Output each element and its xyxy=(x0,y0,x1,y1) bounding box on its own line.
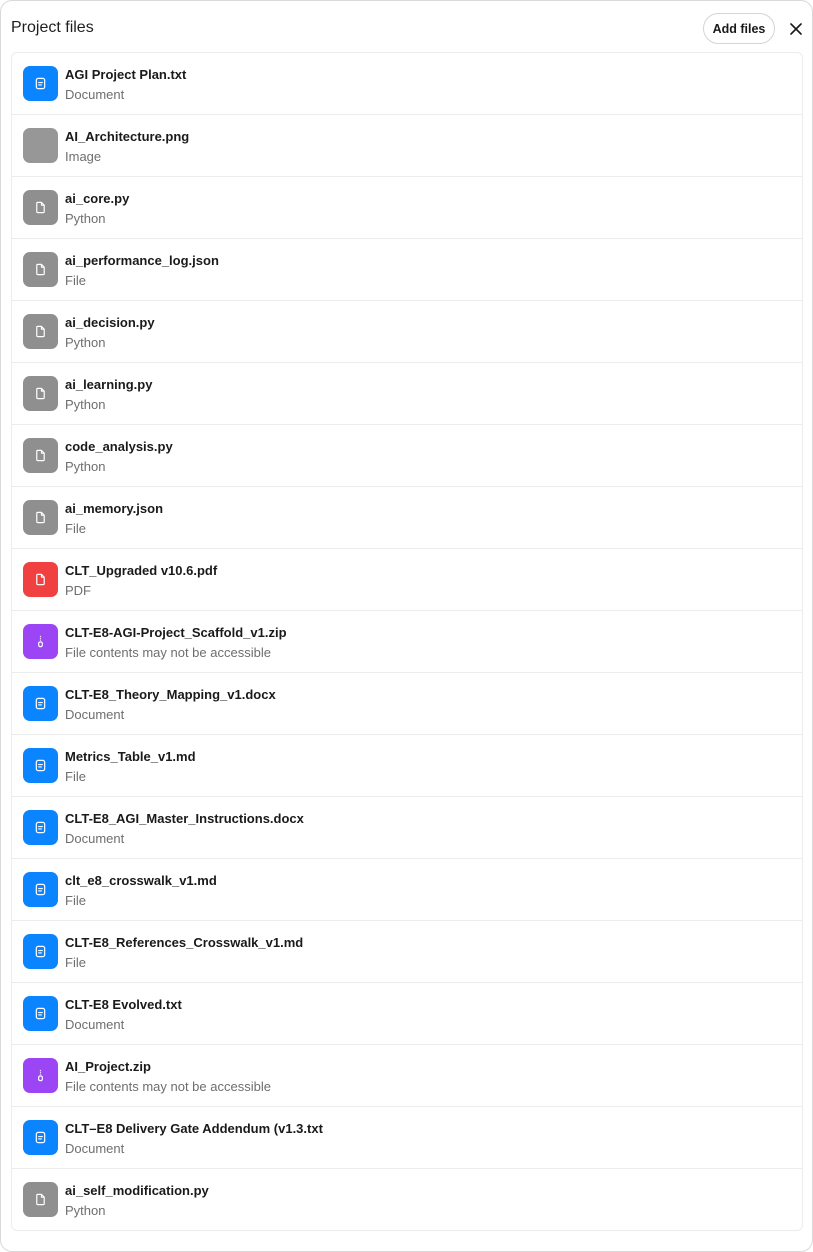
file-type: Python xyxy=(65,211,106,226)
zip-icon xyxy=(23,1058,58,1093)
file-row[interactable]: AGI Project Plan.txt Document xyxy=(12,53,802,115)
file-icon xyxy=(23,500,58,535)
file-type: File xyxy=(65,273,86,288)
file-type: File xyxy=(65,521,86,536)
file-icon xyxy=(23,314,58,349)
file-name: ai_performance_log.json xyxy=(65,253,219,268)
image-thumbnail-icon xyxy=(23,128,58,163)
file-name: CLT-E8_Theory_Mapping_v1.docx xyxy=(65,687,276,702)
file-type: File contents may not be accessible xyxy=(65,645,271,660)
document-icon xyxy=(23,66,58,101)
file-name: Metrics_Table_v1.md xyxy=(65,749,196,764)
file-icon xyxy=(23,376,58,411)
file-row[interactable]: CLT_Upgraded v10.6.pdf PDF xyxy=(12,549,802,611)
file-row[interactable]: CLT-E8_References_Crosswalk_v1.md File xyxy=(12,921,802,983)
file-name: AGI Project Plan.txt xyxy=(65,67,187,82)
file-name: CLT_Upgraded v10.6.pdf xyxy=(65,563,218,578)
file-row[interactable]: CLT-E8_Theory_Mapping_v1.docx Document xyxy=(12,673,802,735)
file-row[interactable]: ai_performance_log.json File xyxy=(12,239,802,301)
document-icon xyxy=(23,686,58,721)
file-type: Document xyxy=(65,831,125,846)
file-row[interactable]: ai_core.py Python xyxy=(12,177,802,239)
document-icon xyxy=(23,810,58,845)
file-type: File contents may not be accessible xyxy=(65,1079,271,1094)
file-type: File xyxy=(65,769,86,784)
file-type: Document xyxy=(65,1141,125,1156)
file-row[interactable]: clt_e8_crosswalk_v1.md File xyxy=(12,859,802,921)
file-row[interactable]: Metrics_Table_v1.md File xyxy=(12,735,802,797)
file-type: Python xyxy=(65,397,106,412)
file-name: CLT–E8 Delivery Gate Addendum (v1.3.txt xyxy=(65,1121,323,1136)
file-type: Document xyxy=(65,707,125,722)
file-type: File xyxy=(65,893,86,908)
panel-header: Project files Add files xyxy=(1,1,812,53)
file-icon xyxy=(23,252,58,287)
file-type: Document xyxy=(65,1017,125,1032)
file-row[interactable]: ai_self_modification.py Python xyxy=(12,1169,802,1230)
zip-icon xyxy=(23,624,58,659)
file-name: ai_decision.py xyxy=(65,315,155,330)
file-row[interactable]: ai_learning.py Python xyxy=(12,363,802,425)
file-name: ai_learning.py xyxy=(65,377,153,392)
file-name: ai_core.py xyxy=(65,191,130,206)
close-icon xyxy=(790,23,802,35)
file-name: ai_self_modification.py xyxy=(65,1183,209,1198)
file-row[interactable]: AI_Architecture.png Image xyxy=(12,115,802,177)
file-name: CLT-E8_References_Crosswalk_v1.md xyxy=(65,935,304,950)
file-name: CLT-E8_AGI_Master_Instructions.docx xyxy=(65,811,304,826)
file-name: CLT-E8-AGI-Project_Scaffold_v1.zip xyxy=(65,625,287,640)
file-icon xyxy=(23,438,58,473)
file-type: Python xyxy=(65,459,106,474)
file-row[interactable]: ai_decision.py Python xyxy=(12,301,802,363)
close-button[interactable] xyxy=(787,20,805,38)
file-row[interactable]: CLT-E8_AGI_Master_Instructions.docx Docum… xyxy=(12,797,802,859)
file-row[interactable]: ai_memory.json File xyxy=(12,487,802,549)
file-name: ai_memory.json xyxy=(65,501,164,516)
file-name: AI_Project.zip xyxy=(65,1059,151,1074)
file-list: AGI Project Plan.txt Document AI_Architect… xyxy=(11,52,803,1231)
document-icon xyxy=(23,872,58,907)
file-type: File xyxy=(65,955,86,970)
file-icon xyxy=(23,190,58,225)
project-files-panel: Project files Add files AGI Project Plan… xyxy=(0,0,813,1252)
file-name: clt_e8_crosswalk_v1.md xyxy=(65,873,217,888)
file-name: CLT-E8 Evolved.txt xyxy=(65,997,182,1012)
file-name: code_analysis.py xyxy=(65,439,173,454)
add-files-button[interactable]: Add files xyxy=(703,13,775,44)
document-icon xyxy=(23,748,58,783)
file-type: Image xyxy=(65,149,102,164)
panel-title: Project files xyxy=(11,19,94,36)
file-row[interactable]: code_analysis.py Python xyxy=(12,425,802,487)
file-row[interactable]: CLT–E8 Delivery Gate Addendum (v1.3.txt D… xyxy=(12,1107,802,1169)
file-type: Python xyxy=(65,1203,106,1218)
pdf-icon xyxy=(23,562,58,597)
file-row[interactable]: CLT-E8 Evolved.txt Document xyxy=(12,983,802,1045)
file-name: AI_Architecture.png xyxy=(65,129,190,144)
document-icon xyxy=(23,934,58,969)
file-type: Document xyxy=(65,87,125,102)
document-icon xyxy=(23,996,58,1031)
file-type: PDF xyxy=(65,583,91,598)
file-icon xyxy=(23,1182,58,1217)
file-row[interactable]: CLT-E8-AGI-Project_Scaffold_v1.zip File c… xyxy=(12,611,802,673)
document-icon xyxy=(23,1120,58,1155)
file-row[interactable]: AI_Project.zip File contents may not be a… xyxy=(12,1045,802,1107)
file-type: Python xyxy=(65,335,106,350)
